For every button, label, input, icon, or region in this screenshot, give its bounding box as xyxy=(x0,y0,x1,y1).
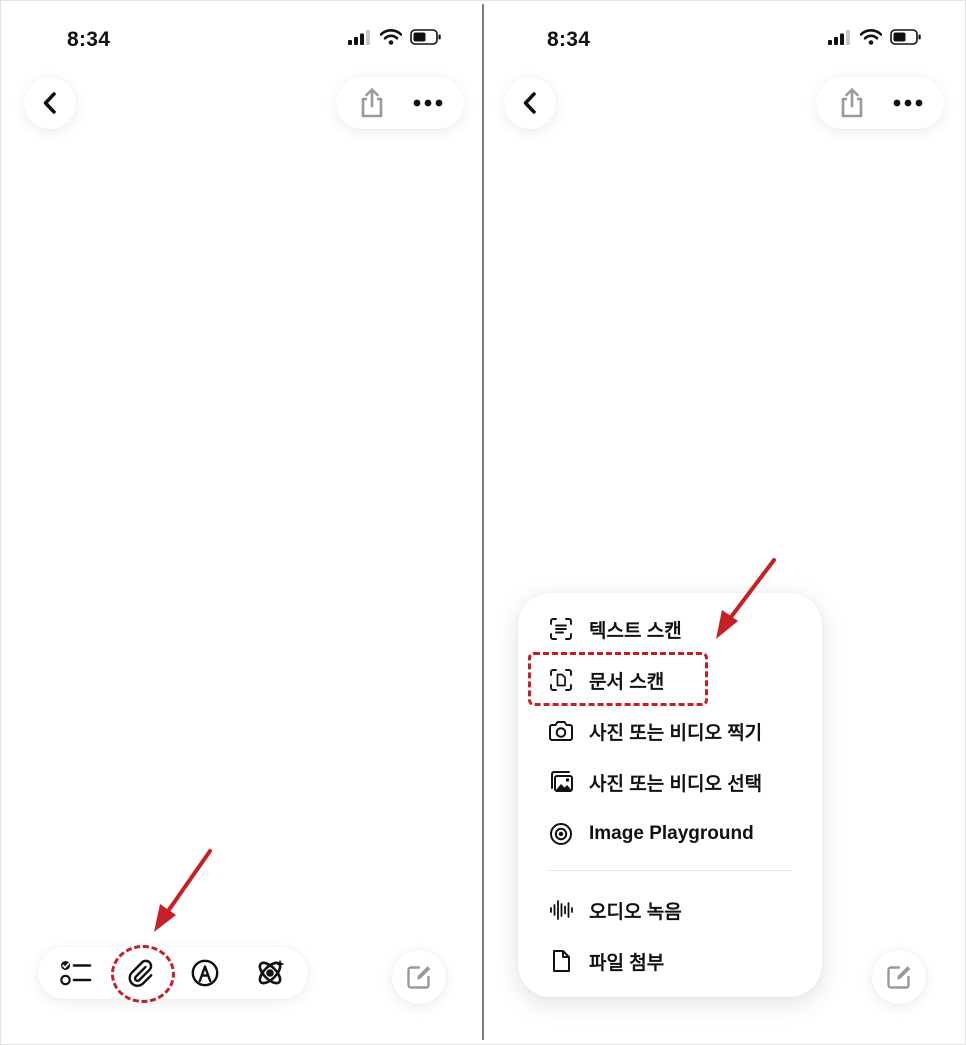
share-button[interactable] xyxy=(348,79,396,127)
camera-icon xyxy=(548,718,574,744)
chevron-left-icon xyxy=(43,92,56,114)
menu-separator xyxy=(548,870,792,871)
photo-library-icon xyxy=(548,769,574,795)
wifi-icon xyxy=(380,29,402,45)
share-button[interactable] xyxy=(828,79,876,127)
battery-icon xyxy=(890,29,921,45)
apple-intelligence-icon xyxy=(258,959,285,985)
menu-item-label: 사진 또는 비디오 찍기 xyxy=(589,722,763,744)
status-icons xyxy=(828,29,922,45)
image-playground-icon xyxy=(548,821,574,847)
menu-item-label: Image Playground xyxy=(589,823,754,844)
cellular-signal-icon xyxy=(828,29,850,45)
menu-item-label: 사진 또는 비디오 선택 xyxy=(589,773,763,795)
share-icon xyxy=(361,88,383,118)
more-button[interactable] xyxy=(884,79,932,127)
menu-item-label: 파일 첨부 xyxy=(589,952,665,974)
scan-text-icon xyxy=(548,616,574,642)
back-button[interactable] xyxy=(24,77,76,129)
share-icon xyxy=(841,88,863,118)
menu-item-label: 오디오 녹음 xyxy=(589,901,682,923)
compose-icon xyxy=(407,966,431,989)
battery-icon xyxy=(410,29,441,45)
menu-item-record-audio[interactable]: 오디오 녹음 xyxy=(548,893,682,927)
status-icons xyxy=(348,29,442,45)
document-icon xyxy=(548,948,574,974)
attach-highlight xyxy=(111,945,175,1003)
menu-item-scan-text[interactable]: 텍스트 스캔 xyxy=(548,612,682,646)
status-time: 8:34 xyxy=(547,28,591,51)
left-screen: 8:34 xyxy=(4,0,482,1045)
compose-button[interactable] xyxy=(392,950,446,1004)
compose-icon xyxy=(887,966,911,989)
menu-item-attach-file[interactable]: 파일 첨부 xyxy=(548,944,664,978)
ellipsis-icon xyxy=(893,99,923,107)
right-screen: 8:34 텍스트 스캔 문서 스캔 사진 또는 비디오 찍기 사진 또는 비디오… xyxy=(484,0,962,1045)
waveform-icon xyxy=(548,897,574,923)
checklist-button[interactable] xyxy=(52,949,100,997)
apple-intelligence-button[interactable] xyxy=(246,949,294,997)
checklist-icon xyxy=(60,961,92,986)
more-button[interactable] xyxy=(404,79,452,127)
back-button[interactable] xyxy=(504,77,556,129)
menu-item-take-photo[interactable]: 사진 또는 비디오 찍기 xyxy=(548,714,762,748)
chevron-left-icon xyxy=(523,92,536,114)
wifi-icon xyxy=(860,29,882,45)
status-time: 8:34 xyxy=(67,28,111,51)
compose-button[interactable] xyxy=(872,950,926,1004)
menu-item-choose-photo[interactable]: 사진 또는 비디오 선택 xyxy=(548,765,762,799)
menu-item-image-playground[interactable]: Image Playground xyxy=(548,817,754,851)
top-actions xyxy=(816,77,944,129)
scan-document-highlight xyxy=(528,652,708,706)
markup-button[interactable] xyxy=(181,949,229,997)
cellular-signal-icon xyxy=(348,29,370,45)
ellipsis-icon xyxy=(413,99,443,107)
annotation-arrow-left xyxy=(154,849,212,932)
top-actions xyxy=(336,77,464,129)
menu-item-label: 텍스트 스캔 xyxy=(589,620,682,642)
markup-pen-icon xyxy=(191,959,219,987)
